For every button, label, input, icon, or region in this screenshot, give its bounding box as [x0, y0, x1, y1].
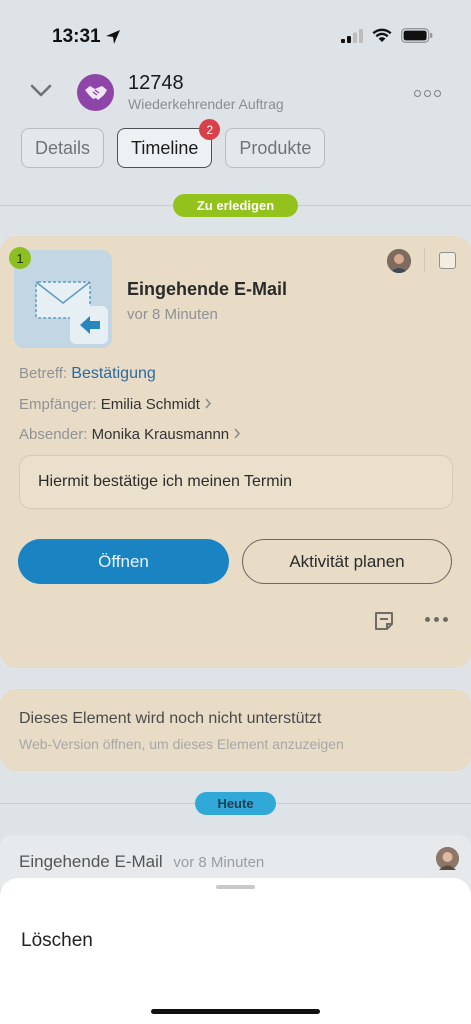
battery-icon [401, 28, 433, 43]
sender-label: Absender: [19, 426, 88, 443]
subject-field: Betreff: Bestätigung [19, 365, 156, 383]
time-text: 13:31 [52, 26, 101, 47]
recipient-field: Empfänger: Emilia Schmidt [19, 396, 212, 413]
signal-icon [341, 28, 363, 43]
tab-produkte[interactable]: Produkte [225, 128, 326, 168]
history-title-text: Eingehende E-Mail [19, 852, 163, 871]
activity-title: Eingehende E-Mail [127, 279, 288, 299]
location-arrow-icon [105, 30, 120, 44]
sender-field: Absender: Monika Krausmannn [19, 426, 241, 443]
status-bar: 13:31 [0, 0, 471, 62]
delete-action[interactable]: Löschen [21, 930, 93, 952]
deal-title: 12748 [128, 72, 184, 94]
chevron-down-icon[interactable] [30, 84, 52, 98]
avatar[interactable] [387, 249, 411, 273]
activity-time: vor 8 Minuten [127, 306, 218, 323]
unsupported-subtitle: Web-Version öffnen, um dieses Element an… [19, 736, 344, 752]
more-horizontal-icon[interactable] [414, 90, 441, 97]
person-avatar-image [387, 249, 411, 273]
action-sheet: Löschen [0, 878, 471, 1024]
recipient-label: Empfänger: [19, 396, 97, 413]
status-icons [341, 28, 433, 43]
tab-badge: 2 [199, 119, 221, 140]
status-time: 13:31 [52, 26, 121, 48]
tab-details[interactable]: Details [21, 128, 105, 168]
sender-value[interactable]: Monika Krausmannn [92, 426, 230, 443]
history-time: vor 8 Minuten [173, 854, 265, 871]
today-pill: Heute [195, 792, 276, 815]
open-button[interactable]: Öffnen [18, 539, 229, 584]
note-icon[interactable] [373, 610, 395, 632]
tab-timeline[interactable]: Timeline 2 [117, 119, 221, 168]
subject-label: Betreff: [19, 365, 68, 382]
checkbox-icon[interactable] [439, 252, 456, 269]
todo-pill: Zu erledigen [173, 194, 298, 217]
unsupported-element-card[interactable]: Dieses Element wird noch nicht unterstüt… [0, 689, 471, 771]
chevron-right-icon [205, 398, 212, 409]
unsupported-title: Dieses Element wird noch nicht unterstüt… [19, 710, 322, 727]
message-preview[interactable]: Hiermit bestätige ich meinen Termin [19, 455, 453, 509]
home-indicator [151, 1009, 320, 1014]
deal-avatar [77, 74, 114, 111]
activity-number-badge: 1 [9, 247, 31, 269]
tab-label: Produkte [239, 137, 312, 158]
avatar[interactable] [436, 847, 459, 870]
history-item-title: Eingehende E-Mail vor 8 Minuten [19, 852, 264, 872]
tab-label: Timeline [131, 137, 199, 158]
handshake-icon [84, 85, 107, 100]
sheet-handle[interactable] [216, 885, 255, 889]
deal-subtitle: Wiederkehrender Auftrag [128, 96, 284, 112]
divider [424, 248, 425, 272]
tab-label: Details [35, 137, 91, 158]
tab-bar: Details Timeline 2 Produkte [21, 119, 326, 168]
chevron-right-icon [234, 428, 241, 439]
plan-activity-button[interactable]: Aktivität planen [242, 539, 452, 584]
subject-link[interactable]: Bestätigung [71, 365, 156, 382]
activity-card[interactable]: 1 Eingehende E-Mail vor 8 Minuten Betref… [0, 236, 471, 668]
person-avatar-image [436, 847, 459, 870]
more-horizontal-icon[interactable] [425, 617, 448, 622]
wifi-icon [372, 28, 392, 42]
recipient-value[interactable]: Emilia Schmidt [101, 396, 200, 413]
